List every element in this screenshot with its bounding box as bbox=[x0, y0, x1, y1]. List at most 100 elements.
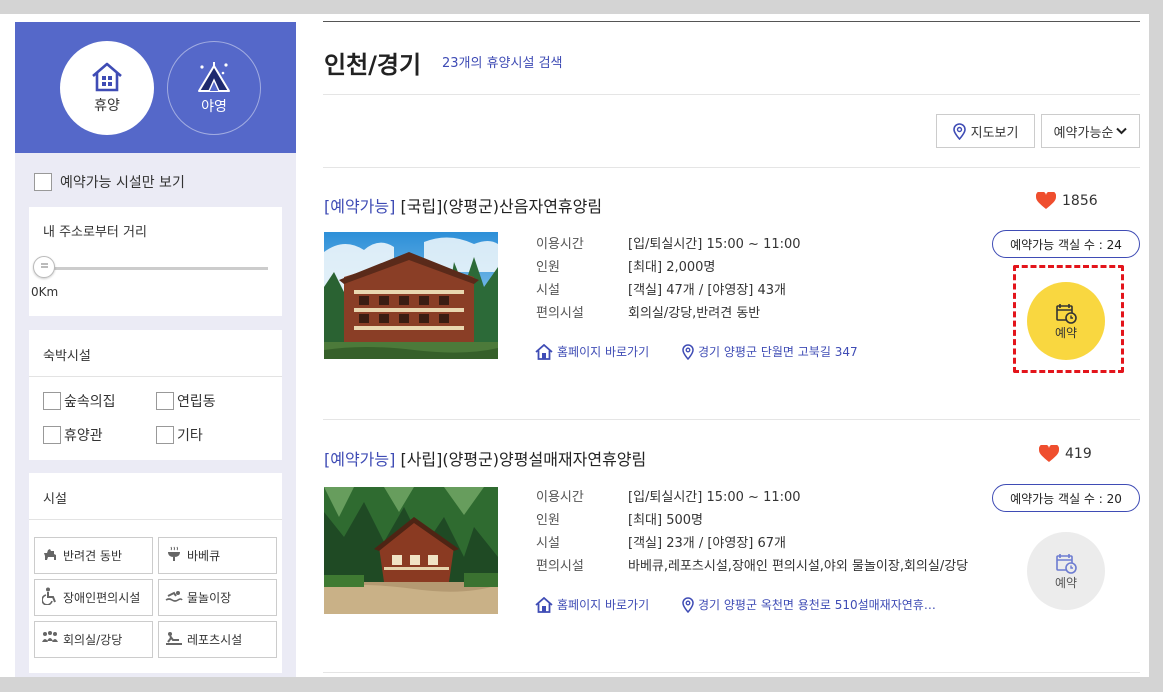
info-key: 이용시간 bbox=[536, 490, 584, 505]
status-tag: [예약가능] bbox=[324, 450, 396, 469]
home-icon bbox=[535, 343, 553, 360]
lodging-option-label: 휴양관 bbox=[64, 428, 103, 444]
facility-bbq-button[interactable]: 바베큐 bbox=[158, 537, 277, 574]
like-counter[interactable]: 1856 bbox=[1036, 192, 1098, 210]
map-pin-icon bbox=[952, 122, 966, 140]
lodging-option-label: 연립동 bbox=[177, 394, 216, 410]
lodging-filter: 숙박시설 숲속의집 연립동 휴양관 기타 bbox=[29, 330, 282, 460]
facility-label: 바베큐 bbox=[187, 549, 221, 563]
rooms-available-badge: 예약가능 객실 수 : 24 bbox=[992, 230, 1140, 258]
info-value: [입/퇴실시간] 15:00 ~ 11:00 bbox=[628, 490, 801, 505]
swim-icon bbox=[165, 590, 183, 606]
checkbox-box[interactable] bbox=[34, 173, 52, 191]
lodging-option-row-house[interactable]: 연립동 bbox=[156, 391, 216, 411]
sort-select[interactable]: 예약가능순 bbox=[1041, 114, 1140, 148]
info-key: 편의시설 bbox=[536, 559, 584, 574]
category-camp-button[interactable]: 야영 bbox=[167, 41, 261, 135]
distance-filter: 내 주소로부터 거리 0Km bbox=[29, 207, 282, 316]
facility-title-link[interactable]: [예약가능] [국립](양평군)산음자연휴양림 bbox=[324, 193, 602, 217]
info-value: 바베큐,레포츠시설,장애인 편의시설,야외 물놀이장,회의실/강당 bbox=[628, 559, 969, 574]
facility-filter: 시설 반려견 동반 바베큐 장애인편의시설 물놀이장 회의실/강당 레포츠시설 bbox=[29, 473, 282, 673]
info-value: [최대] 500명 bbox=[628, 513, 703, 528]
house-icon bbox=[92, 62, 122, 92]
facility-dog-button[interactable]: 반려견 동반 bbox=[34, 537, 153, 574]
info-row: 이용시간 [입/퇴실시간] 15:00 ~ 11:00 bbox=[536, 486, 978, 509]
distance-value: 0Km bbox=[31, 285, 59, 299]
info-row: 시설 [객실] 47개 / [야영장] 43개 bbox=[536, 279, 978, 302]
facility-info: 이용시간 [입/퇴실시간] 15:00 ~ 11:00 인원 [최대] 500명 시… bbox=[536, 486, 978, 576]
facility-accessible-button[interactable]: 장애인편의시설 bbox=[34, 579, 153, 616]
info-row: 인원 [최대] 2,000명 bbox=[536, 256, 978, 279]
reserve-button[interactable]: 예약 bbox=[1027, 532, 1105, 610]
info-row: 인원 [최대] 500명 bbox=[536, 509, 978, 532]
facility-photo[interactable] bbox=[324, 232, 498, 359]
checkbox-box[interactable] bbox=[156, 426, 174, 444]
facility-title: 시설 bbox=[29, 473, 282, 520]
grill-icon bbox=[165, 546, 183, 566]
divider bbox=[323, 167, 1140, 168]
like-counter[interactable]: 419 bbox=[1039, 445, 1092, 463]
facility-label: 장애인편의시설 bbox=[63, 591, 141, 605]
lodging-option-rest-hall[interactable]: 휴양관 bbox=[43, 425, 103, 445]
info-value: 회의실/강당,반려견 동반 bbox=[628, 306, 761, 321]
info-key: 이용시간 bbox=[536, 237, 584, 252]
facility-pool-button[interactable]: 물놀이장 bbox=[158, 579, 277, 616]
info-value: [객실] 47개 / [야영장] 43개 bbox=[628, 283, 787, 298]
facility-name: [사립](양평군)양평설매재자연휴양림 bbox=[400, 450, 647, 469]
facility-photo[interactable] bbox=[324, 487, 498, 614]
heart-icon bbox=[1039, 445, 1059, 462]
map-view-button[interactable]: 지도보기 bbox=[936, 114, 1035, 148]
info-row: 시설 [객실] 23개 / [야영장] 67개 bbox=[536, 532, 978, 555]
facility-meeting-button[interactable]: 회의실/강당 bbox=[34, 621, 153, 658]
available-only-label: 예약가능 시설만 보기 bbox=[60, 175, 185, 191]
info-key: 시설 bbox=[536, 536, 560, 551]
tent-icon bbox=[198, 62, 230, 92]
home-icon bbox=[535, 596, 553, 613]
address-link[interactable]: 경기 양평군 단월면 고북길 347 bbox=[682, 343, 858, 360]
checkbox-box[interactable] bbox=[43, 426, 61, 444]
chevron-down-icon bbox=[1116, 127, 1128, 135]
status-tag: [예약가능] bbox=[324, 197, 396, 216]
sort-label: 예약가능순 bbox=[1053, 125, 1114, 141]
reserve-label: 예약 bbox=[1054, 575, 1078, 590]
homepage-link[interactable]: 홈페이지 바로가기 bbox=[535, 343, 649, 360]
address-link[interactable]: 경기 양평군 옥천면 용천로 510설매재자연휴… bbox=[682, 596, 936, 613]
facility-title-link[interactable]: [예약가능] [사립](양평군)양평설매재자연휴양림 bbox=[324, 446, 646, 470]
lodging-option-other[interactable]: 기타 bbox=[156, 425, 203, 445]
results-main: 인천/경기 23개의 휴양시설 검색 지도보기 예약가능순 [예약가능] [국립… bbox=[323, 14, 1140, 677]
distance-title: 내 주소로부터 거리 bbox=[43, 225, 147, 240]
divider bbox=[323, 672, 1140, 673]
result-count: 23개의 휴양시설 검색 bbox=[442, 56, 563, 71]
info-row: 이용시간 [입/퇴실시간] 15:00 ~ 11:00 bbox=[536, 233, 978, 256]
info-key: 시설 bbox=[536, 283, 560, 298]
facility-label: 레포츠시설 bbox=[187, 633, 243, 647]
like-count: 1856 bbox=[1062, 193, 1098, 209]
facility-sports-button[interactable]: 레포츠시설 bbox=[158, 621, 277, 658]
lodging-option-label: 숲속의집 bbox=[64, 394, 116, 410]
wheelchair-icon bbox=[41, 587, 59, 609]
available-only-checkbox[interactable]: 예약가능 시설만 보기 bbox=[34, 172, 185, 192]
category-rest-label: 휴양 bbox=[94, 98, 120, 114]
address-label: 경기 양평군 옥천면 용천로 510설매재자연휴… bbox=[698, 598, 936, 612]
sports-icon bbox=[165, 631, 183, 649]
lodging-option-label: 기타 bbox=[177, 428, 203, 444]
map-view-label: 지도보기 bbox=[970, 125, 1019, 141]
reserve-highlight-box bbox=[1013, 265, 1124, 373]
facility-label: 물놀이장 bbox=[187, 591, 232, 605]
info-key: 인원 bbox=[536, 513, 560, 528]
map-pin-icon bbox=[682, 343, 694, 360]
info-row: 편의시설 바베큐,레포츠시설,장애인 편의시설,야외 물놀이장,회의실/강당 bbox=[536, 555, 978, 576]
distance-slider-track[interactable] bbox=[45, 267, 268, 270]
info-key: 편의시설 bbox=[536, 306, 584, 321]
checkbox-box[interactable] bbox=[156, 392, 174, 410]
homepage-link[interactable]: 홈페이지 바로가기 bbox=[535, 596, 649, 613]
dog-icon bbox=[41, 547, 59, 565]
info-value: [객실] 23개 / [야영장] 67개 bbox=[628, 536, 787, 551]
category-rest-button[interactable]: 휴양 bbox=[60, 41, 154, 135]
checkbox-box[interactable] bbox=[43, 392, 61, 410]
facility-card: [예약가능] [사립](양평군)양평설매재자연휴양림 419 이용시간 [입/퇴… bbox=[323, 445, 1140, 676]
lodging-option-forest-house[interactable]: 숲속의집 bbox=[43, 391, 116, 411]
distance-slider-handle[interactable] bbox=[33, 256, 55, 278]
like-count: 419 bbox=[1065, 446, 1092, 462]
info-value: [입/퇴실시간] 15:00 ~ 11:00 bbox=[628, 237, 801, 252]
